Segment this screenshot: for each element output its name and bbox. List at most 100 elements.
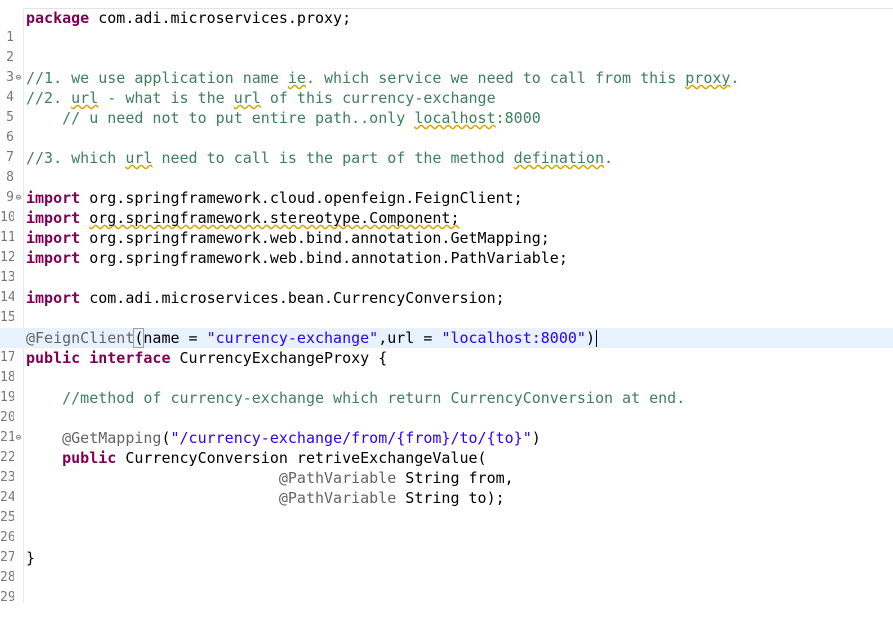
- keyword-import: import: [26, 249, 81, 267]
- closing-bracket: ): [585, 329, 595, 347]
- code-line: 29: [0, 568, 893, 605]
- code-text: @FeignClient(name = "currency-exchange",…: [26, 328, 597, 348]
- comment-text: //method of currency-exchange which retu…: [62, 389, 686, 407]
- code-text: @PathVariable String from,: [26, 468, 514, 488]
- keyword-import: import: [26, 209, 81, 227]
- method-declaration: CurrencyConversion retriveExchangeValue(: [116, 449, 487, 467]
- code-line: 14: [0, 268, 893, 305]
- spell-warning-word[interactable]: localhost: [414, 109, 495, 127]
- string-literal: "currency-exchange": [206, 329, 379, 347]
- line-number: 29: [0, 590, 14, 605]
- keyword-package: package: [26, 9, 90, 27]
- code-line: 19: [0, 368, 893, 405]
- import-path: org.springframework.cloud.openfeign.Feig…: [89, 189, 523, 207]
- code-line: 22 ⊖ @GetMapping("/currency-exchange/fro…: [0, 428, 893, 465]
- code-text: import org.springframework.stereotype.Co…: [26, 208, 459, 228]
- code-line: 8 //3. which url need to call is the par…: [0, 148, 893, 185]
- code-text: ,url =: [378, 329, 442, 347]
- code-line: 9: [0, 168, 893, 205]
- code-text: import org.springframework.web.bind.anno…: [26, 248, 568, 268]
- code-line: 13 import org.springframework.web.bind.a…: [0, 248, 893, 285]
- code-line: 1 package com.adi.microservices.proxy;: [0, 8, 893, 45]
- code-line: 28 }: [0, 548, 893, 585]
- code-line: 15 import com.adi.microservices.bean.Cur…: [0, 288, 893, 325]
- code-line: 18 public interface CurrencyExchangeProx…: [0, 348, 893, 385]
- annotation-get-mapping: @GetMapping: [62, 429, 162, 447]
- spell-warning-word[interactable]: url: [125, 149, 152, 167]
- code-text: package com.adi.microservices.proxy;: [26, 8, 351, 28]
- code-line: 4 ⊖ //1. we use application name ie. whi…: [0, 68, 893, 105]
- comment-text: . which service we need to call from thi…: [305, 69, 686, 87]
- import-path: com.adi.microservices.bean.CurrencyConve…: [89, 289, 505, 307]
- keyword-import: import: [26, 229, 81, 247]
- string-literal: "/currency-exchange/from/{from}/to/{to}": [170, 429, 532, 447]
- comment-text: //1. we use application name: [26, 69, 288, 87]
- keyword-import: import: [26, 189, 81, 207]
- code-line: 6 // u need not to put entire path..only…: [0, 108, 893, 145]
- keyword-import: import: [26, 289, 81, 307]
- unused-import-path[interactable]: org.springframework.stereotype.Component…: [89, 209, 459, 227]
- code-line: 10 ⊖ import org.springframework.cloud.op…: [0, 188, 893, 225]
- comment-text: //3. which: [26, 149, 126, 167]
- code-text: name =: [143, 329, 207, 347]
- code-text: import org.springframework.cloud.openfei…: [26, 188, 523, 208]
- keyword-public: public: [62, 449, 117, 467]
- package-name: com.adi.microservices.proxy;: [98, 9, 352, 27]
- code-comment: //1. we use application name ie. which s…: [26, 68, 739, 88]
- comment-text: // u need not to put entire path..only: [26, 109, 415, 127]
- code-line: 25 @PathVariable String to);: [0, 488, 893, 525]
- comment-text: .: [603, 149, 614, 167]
- text-cursor: [595, 330, 597, 347]
- code-line: 20 //method of currency-exchange which r…: [0, 388, 893, 425]
- code-line: 16: [0, 308, 893, 345]
- annotation-feign-client: @FeignClient: [26, 329, 135, 347]
- code-line: 7: [0, 128, 893, 165]
- fold-toggle-icon[interactable]: ⊖: [14, 428, 23, 448]
- fold-toggle-icon[interactable]: ⊖: [14, 68, 23, 88]
- annotation-path-variable: @PathVariable: [278, 489, 397, 507]
- code-line: 2: [0, 28, 893, 65]
- import-path: org.springframework.web.bind.annotation.…: [89, 249, 568, 267]
- code-text: import org.springframework.web.bind.anno…: [26, 228, 550, 248]
- code-line: 5 //2. url - what is the url of this cur…: [0, 88, 893, 125]
- comment-text: need to call is the part of the method: [152, 149, 514, 167]
- code-text: @PathVariable String to);: [26, 488, 505, 508]
- spell-warning-word[interactable]: proxy: [685, 69, 730, 87]
- keyword-public: public: [26, 349, 81, 367]
- spell-warning-word[interactable]: defination: [514, 149, 604, 167]
- code-text: import com.adi.microservices.bean.Curren…: [26, 288, 505, 308]
- code-line: 3: [0, 48, 893, 85]
- spell-warning-word[interactable]: ie: [288, 69, 306, 87]
- code-text: @GetMapping("/currency-exchange/from/{fr…: [26, 428, 541, 448]
- interface-declaration: CurrencyExchangeProxy {: [170, 349, 388, 367]
- comment-text: - what is the: [98, 89, 234, 107]
- code-text: ): [531, 429, 541, 447]
- import-path: org.springframework.web.bind.annotation.…: [89, 229, 550, 247]
- comment-text: //2.: [26, 89, 72, 107]
- spell-warning-word[interactable]: url: [234, 89, 261, 107]
- code-text: (: [161, 429, 171, 447]
- code-editor[interactable]: 1 package com.adi.microservices.proxy; 2…: [0, 8, 893, 605]
- code-text: public interface CurrencyExchangeProxy {: [26, 348, 387, 368]
- code-comment: //3. which url need to call is the part …: [26, 148, 613, 168]
- code-line: 27: [0, 528, 893, 565]
- code-line: 23 public CurrencyConversion retriveExch…: [0, 448, 893, 485]
- code-text: public CurrencyConversion retriveExchang…: [26, 448, 487, 468]
- code-comment: // u need not to put entire path..only l…: [26, 108, 541, 128]
- keyword-interface: interface: [89, 349, 171, 367]
- code-comment: //2. url - what is the url of this curre…: [26, 88, 496, 108]
- code-comment: //method of currency-exchange which retu…: [26, 388, 685, 408]
- code-line: 21: [0, 408, 893, 445]
- annotation-path-variable: @PathVariable: [278, 469, 397, 487]
- parameter: String from,: [396, 469, 514, 487]
- fold-toggle-icon[interactable]: ⊖: [14, 188, 23, 208]
- comment-text: :8000: [495, 109, 541, 127]
- code-line: 11 import org.springframework.stereotype…: [0, 208, 893, 245]
- current-code-line: 17 @FeignClient(name = "currency-exchang…: [0, 328, 893, 365]
- code-line: 26: [0, 508, 893, 545]
- code-text: }: [26, 549, 36, 567]
- spell-warning-word[interactable]: url: [71, 89, 98, 107]
- code-line: 24 @PathVariable String from,: [0, 468, 893, 505]
- comment-text: .: [730, 69, 740, 87]
- code-line: 12 import org.springframework.web.bind.a…: [0, 228, 893, 265]
